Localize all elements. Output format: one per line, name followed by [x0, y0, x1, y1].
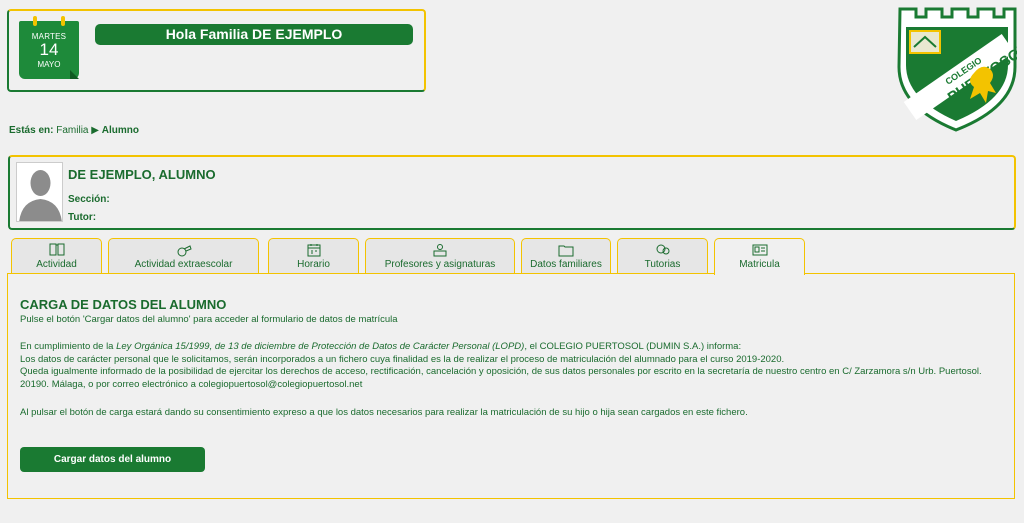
avatar	[16, 162, 63, 222]
legal-intro-post: , el COLEGIO PUERTOSOL (DUMIN S.A.) info…	[524, 341, 742, 352]
tab-tutorias[interactable]: Tutorias	[617, 238, 708, 274]
tab-horario[interactable]: Horario	[268, 238, 359, 274]
matricula-panel: CARGA DE DATOS DEL ALUMNO Pulse el botón…	[7, 273, 1015, 499]
tab-actividad[interactable]: Actividad	[11, 238, 102, 274]
consent-notice: Al pulsar el botón de carga estará dando…	[20, 407, 748, 418]
id-card-icon	[752, 244, 767, 256]
legal-rights: Queda igualmente informado de la posibil…	[20, 366, 982, 390]
legal-notice: En cumplimiento de la Ley Orgánica 15/19…	[20, 341, 1000, 391]
breadcrumb-parent[interactable]: Familia	[56, 125, 88, 136]
tab-label: Actividad extraescolar	[134, 259, 233, 270]
legal-intro-pre: En cumplimiento de la	[20, 341, 117, 352]
tutor-label: Tutor:	[68, 212, 97, 223]
breadcrumb-prefix: Estás en:	[9, 125, 54, 136]
book-icon	[49, 243, 64, 256]
student-name: DE EJEMPLO, ALUMNO	[68, 167, 216, 182]
tab-label: Datos familiares	[530, 259, 602, 270]
tab-label: Matricula	[739, 259, 780, 270]
breadcrumb-current: Alumno	[101, 125, 139, 136]
section-label: Sección:	[68, 194, 110, 205]
section-title: CARGA DE DATOS DEL ALUMNO	[20, 297, 227, 312]
student-panel: DE EJEMPLO, ALUMNO Sección: Tutor:	[8, 155, 1016, 230]
tab-label: Horario	[297, 259, 330, 270]
chat-icon	[656, 244, 669, 255]
tab-profesores-y-asignaturas[interactable]: Profesores y asignaturas	[365, 238, 515, 274]
legal-law-reference: Ley Orgánica 15/1999, de 13 de diciembre…	[116, 341, 525, 352]
folder-icon	[558, 245, 574, 257]
whistle-icon	[177, 245, 192, 257]
tab-label: Actividad	[36, 259, 77, 270]
teacher-icon	[433, 244, 447, 257]
user-silhouette-icon	[17, 163, 62, 221]
tab-label: Profesores y asignaturas	[384, 259, 496, 270]
school-shield-logo: PUERTOSOL COLEGIO	[897, 7, 1017, 132]
header-panel: MARTES 14 MAYO Hola Familia DE EJEMPLO	[7, 9, 426, 92]
calendar-icon: MARTES 14 MAYO	[19, 16, 79, 79]
tab-datos-familiares[interactable]: Datos familiares	[521, 238, 611, 274]
legal-purpose: Los datos de carácter personal que le so…	[20, 353, 785, 365]
breadcrumb: Estás en: Familia ▶ Alumno	[9, 125, 139, 136]
calendar-icon	[307, 244, 320, 257]
breadcrumb-separator-icon: ▶	[91, 125, 99, 136]
greeting-banner: Hola Familia DE EJEMPLO	[95, 24, 413, 45]
tab-label: Tutorias	[644, 259, 681, 270]
load-student-data-button[interactable]: Cargar datos del alumno	[20, 447, 205, 472]
section-subtitle: Pulse el botón 'Cargar datos del alumno'…	[20, 314, 398, 325]
calendar-day: 14	[39, 40, 59, 59]
tab-actividad-extraescolar[interactable]: Actividad extraescolar	[108, 238, 259, 274]
calendar-month: MAYO	[37, 60, 61, 69]
tab-matricula[interactable]: Matricula	[714, 238, 805, 275]
